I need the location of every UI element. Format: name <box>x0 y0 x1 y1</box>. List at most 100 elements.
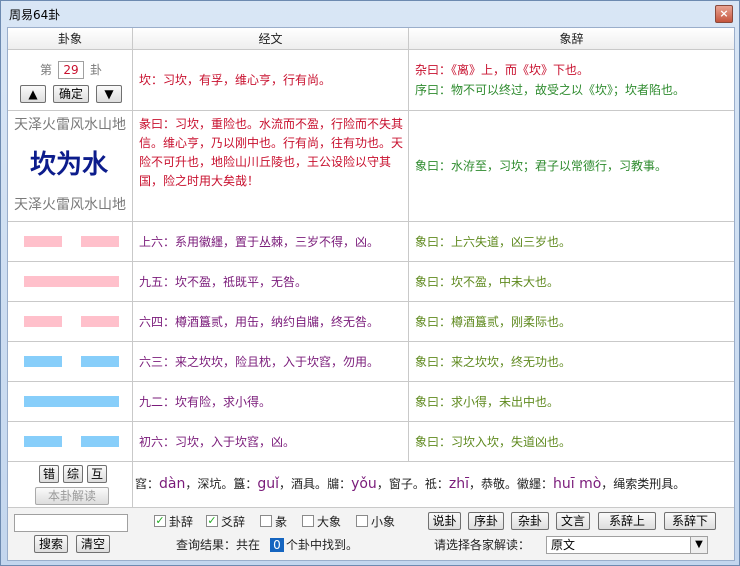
yao-symbol-cell <box>8 262 133 302</box>
app-window: 周易64卦 × 卦象 经文 象辞 第 29 卦 ▲ 确定 ▼ 坎：习坎，有孚，维… <box>0 0 740 566</box>
yao-symbol-cell <box>8 342 133 382</box>
note-char: 簋： <box>233 477 258 491</box>
checkbox[interactable] <box>356 515 368 527</box>
yin-line-segment <box>24 436 62 447</box>
yao-ci-text: 初六：习坎，入于坎窞，凶。 <box>139 435 296 449</box>
search-input[interactable] <box>14 514 128 532</box>
yin-line-segment <box>81 316 119 327</box>
da-xiang-text: 象曰：水洊至，习坎；君子以常德行，习教事。 <box>415 159 668 173</box>
gua-ci-text: 坎：习坎，有孚，维心亨，行有尚。 <box>139 73 332 87</box>
down-arrow-icon: ▼ <box>104 87 114 101</box>
xiao-xiang-text: 象曰：来之坎坎，终无功也。 <box>415 355 572 369</box>
yin-line-segment <box>24 356 62 367</box>
gua-number-input[interactable]: 29 <box>58 61 84 79</box>
za-xu-cell: 杂曰：《离》上，而《坎》下也。 序曰：物不可以终过，故受之以《坎》；坎者陷也。 <box>409 50 734 111</box>
result-prefix: 查询结果：共在 <box>176 538 261 552</box>
header-guaxiang: 卦象 <box>8 28 133 50</box>
za-gua-text: 杂曰：《离》上，而《坎》下也。 <box>415 63 590 77</box>
classic-text-button[interactable]: 说卦 <box>428 512 461 530</box>
checkbox-label: 彖 <box>275 515 288 529</box>
main-panel: 卦象 经文 象辞 第 29 卦 ▲ 确定 ▼ 坎：习坎，有孚，维心亨，行有尚。 … <box>7 27 735 561</box>
xiao-xiang-cell: 象曰：上六失道，凶三岁也。 <box>409 222 734 262</box>
note-pinyin: zhī <box>448 476 469 492</box>
xiao-xiang-cell: 象曰：来之坎坎，终无功也。 <box>409 342 734 382</box>
note-pinyin: guǐ <box>257 476 280 492</box>
classic-text-button[interactable]: 系辞下 <box>664 512 716 530</box>
yao-ci-cell: 六四：樽酒簋贰，用缶，纳约自牖，终无咎。 <box>133 302 409 342</box>
yao-symbol-cell <box>8 222 133 262</box>
result-suffix: 个卦中找到。 <box>286 538 359 552</box>
yao-ci-cell: 九二：坎有险，求小得。 <box>133 382 409 422</box>
checkbox-label: 小象 <box>371 515 396 529</box>
yao-ci-text: 九五：坎不盈，祗既平，无咎。 <box>139 275 308 289</box>
xiao-xiang-cell: 象曰：樽酒簋贰，刚柔际也。 <box>409 302 734 342</box>
note-pinyin: dàn <box>159 476 186 492</box>
checkbox-label: 大象 <box>317 515 342 529</box>
nav-suffix: 卦 <box>90 63 103 77</box>
confirm-button[interactable]: 确定 <box>53 85 89 103</box>
gua-name: 坎为水 <box>30 150 109 180</box>
notes-cell: 窞：dàn，深坑。簋：guǐ，酒具。牖：yǒu，窗子。祗：zhī，恭敬。徽纆：h… <box>133 462 734 508</box>
note-char: 祗： <box>424 477 449 491</box>
yao-ci-cell: 九五：坎不盈，祗既平，无咎。 <box>133 262 409 302</box>
checkbox[interactable] <box>302 515 314 527</box>
yao-ci-text: 上六：系用徽纆，置于丛棘，三岁不得，凶。 <box>139 235 380 249</box>
xiao-xiang-cell: 象曰：求小得，未出中也。 <box>409 382 734 422</box>
commentary-label: 请选择各家解读： <box>434 538 531 552</box>
yao-ci-cell: 六三：来之坎坎，险且枕，入于坎窞，勿用。 <box>133 342 409 382</box>
xiao-xiang-text: 象曰：习坎入坎，失道凶也。 <box>415 435 572 449</box>
note-char: 牖： <box>327 477 352 491</box>
checkbox[interactable]: ✓ <box>154 515 166 527</box>
yao-symbol-cell <box>8 382 133 422</box>
xiao-xiang-text: 象曰：樽酒簋贰，刚柔际也。 <box>415 315 572 329</box>
yin-line-segment <box>81 236 119 247</box>
xiao-xiang-text: 象曰：上六失道，凶三岁也。 <box>415 235 572 249</box>
commentary-select[interactable]: 原文 ▼ <box>546 536 708 554</box>
clear-button[interactable]: 清空 <box>76 535 110 553</box>
gua-ci-cell: 坎：习坎，有孚，维心亨，行有尚。 <box>133 50 409 111</box>
classic-text-button[interactable]: 序卦 <box>468 512 504 530</box>
yao-ci-text: 六三：来之坎坎，险且枕，入于坎窞，勿用。 <box>139 355 380 369</box>
lower-trigram-selector[interactable]: 天泽火雷风水山地 <box>14 195 126 215</box>
yin-line-segment <box>81 356 119 367</box>
yang-line <box>24 396 119 407</box>
window-title: 周易64卦 <box>9 8 61 22</box>
classic-text-button[interactable]: 系辞上 <box>598 512 656 530</box>
xiao-xiang-text: 象曰：求小得，未出中也。 <box>415 395 560 409</box>
search-button[interactable]: 搜索 <box>34 535 68 553</box>
classic-text-button[interactable]: 杂卦 <box>511 512 549 530</box>
note-def: ，酒具。 <box>279 477 328 491</box>
yao-symbol-cell <box>8 422 133 462</box>
note-def: ，绳索类刑具。 <box>601 477 686 491</box>
checkbox-label: 卦辞 <box>169 515 194 529</box>
checkbox[interactable] <box>260 515 272 527</box>
chevron-down-icon[interactable]: ▼ <box>690 537 707 553</box>
zong-gua-button[interactable]: 综 <box>63 465 83 483</box>
xiao-xiang-cell: 象曰：习坎入坎，失道凶也。 <box>409 422 734 462</box>
checkbox[interactable]: ✓ <box>206 515 218 527</box>
nav-prefix: 第 <box>40 63 53 77</box>
tuan-text: 彖曰：习坎，重险也。水流而不盈，行险而不失其信。维心亨，乃以刚中也。行有尚，往有… <box>139 117 404 188</box>
note-def: ，窗子。 <box>376 477 425 491</box>
xu-gua-text: 序曰：物不可以终过，故受之以《坎》；坎者陷也。 <box>415 83 686 97</box>
note-pinyin: yǒu <box>351 476 377 492</box>
up-arrow-icon: ▲ <box>28 87 38 101</box>
yin-line-segment <box>24 316 62 327</box>
upper-trigram-selector[interactable]: 天泽火雷风水山地 <box>14 115 126 135</box>
prev-gua-button[interactable]: ▲ <box>20 85 46 103</box>
next-gua-button[interactable]: ▼ <box>96 85 122 103</box>
da-xiang-cell: 象曰：水洊至，习坎；君子以常德行，习教事。 <box>409 111 734 222</box>
close-button[interactable]: × <box>715 5 733 23</box>
gua-name-cell: 天泽火雷风水山地 坎为水 天泽火雷风水山地 <box>8 111 133 222</box>
hu-gua-button[interactable]: 互 <box>87 465 107 483</box>
cuo-gua-button[interactable]: 错 <box>39 465 59 483</box>
yao-ci-cell: 上六：系用徽纆，置于丛棘，三岁不得，凶。 <box>133 222 409 262</box>
yang-line <box>24 276 119 287</box>
header-xiangci: 象辞 <box>409 28 734 50</box>
yao-symbol-cell <box>8 302 133 342</box>
note-char: 徽纆： <box>516 477 553 491</box>
explain-gua-button[interactable]: 本卦解读 <box>35 487 109 505</box>
classic-text-button[interactable]: 文言 <box>556 512 590 530</box>
bottom-toolbar: 搜索 清空 ✓ 卦辞 ✓ 爻辞彖大象 小象 查询结果：共在 0 个卦中找到。 说卦 序卦杂… <box>8 508 734 560</box>
checkbox-label: 爻辞 <box>221 515 246 529</box>
